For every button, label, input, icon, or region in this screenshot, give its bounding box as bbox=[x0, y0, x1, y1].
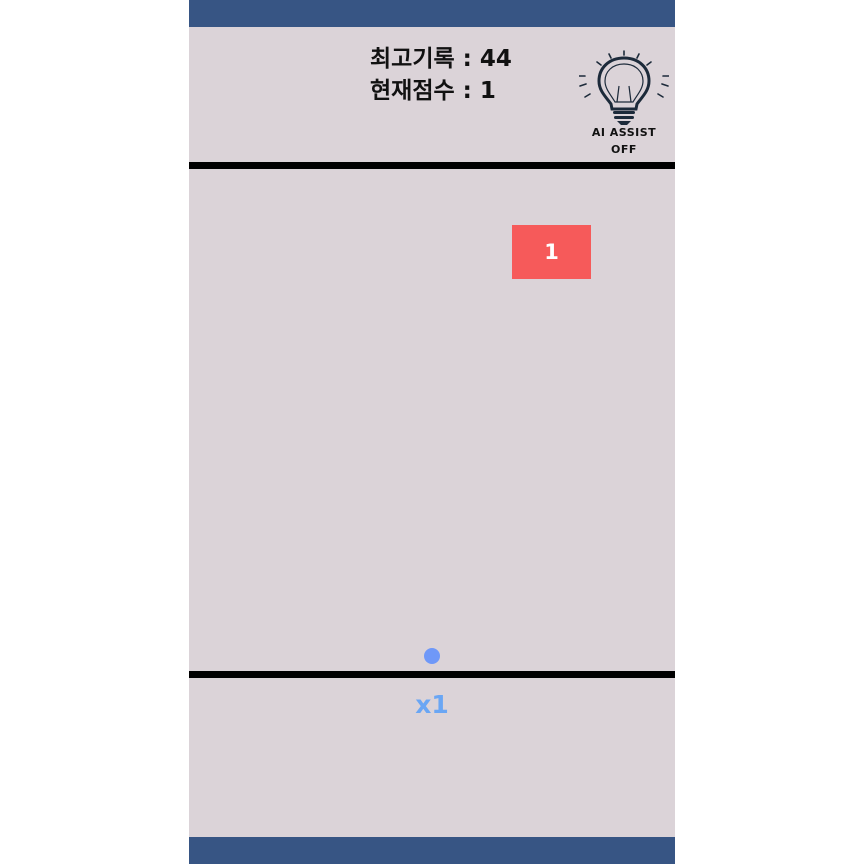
best-score: 최고기록 : 44 bbox=[370, 46, 512, 72]
game-screen[interactable]: 최고기록 : 44 현재점수 : 1 AI ASSIST OFF 1 x1 bbox=[189, 0, 675, 864]
top-frame-bar bbox=[189, 0, 675, 27]
ai-assist-title: AI ASSIST bbox=[591, 126, 657, 139]
current-score: 현재점수 : 1 bbox=[370, 78, 496, 104]
number-block: 1 bbox=[512, 225, 591, 279]
ai-assist-state: OFF bbox=[611, 143, 637, 156]
ball bbox=[424, 648, 440, 664]
bottom-frame-bar bbox=[189, 837, 675, 864]
page: 최고기록 : 44 현재점수 : 1 AI ASSIST OFF 1 x1 bbox=[0, 0, 864, 864]
ball-count-label: x1 bbox=[415, 690, 449, 719]
bottom-boundary-line bbox=[189, 671, 675, 678]
lightbulb-icon bbox=[579, 50, 669, 125]
top-boundary-line bbox=[189, 162, 675, 169]
ai-assist-toggle[interactable]: AI ASSIST OFF bbox=[579, 46, 669, 158]
